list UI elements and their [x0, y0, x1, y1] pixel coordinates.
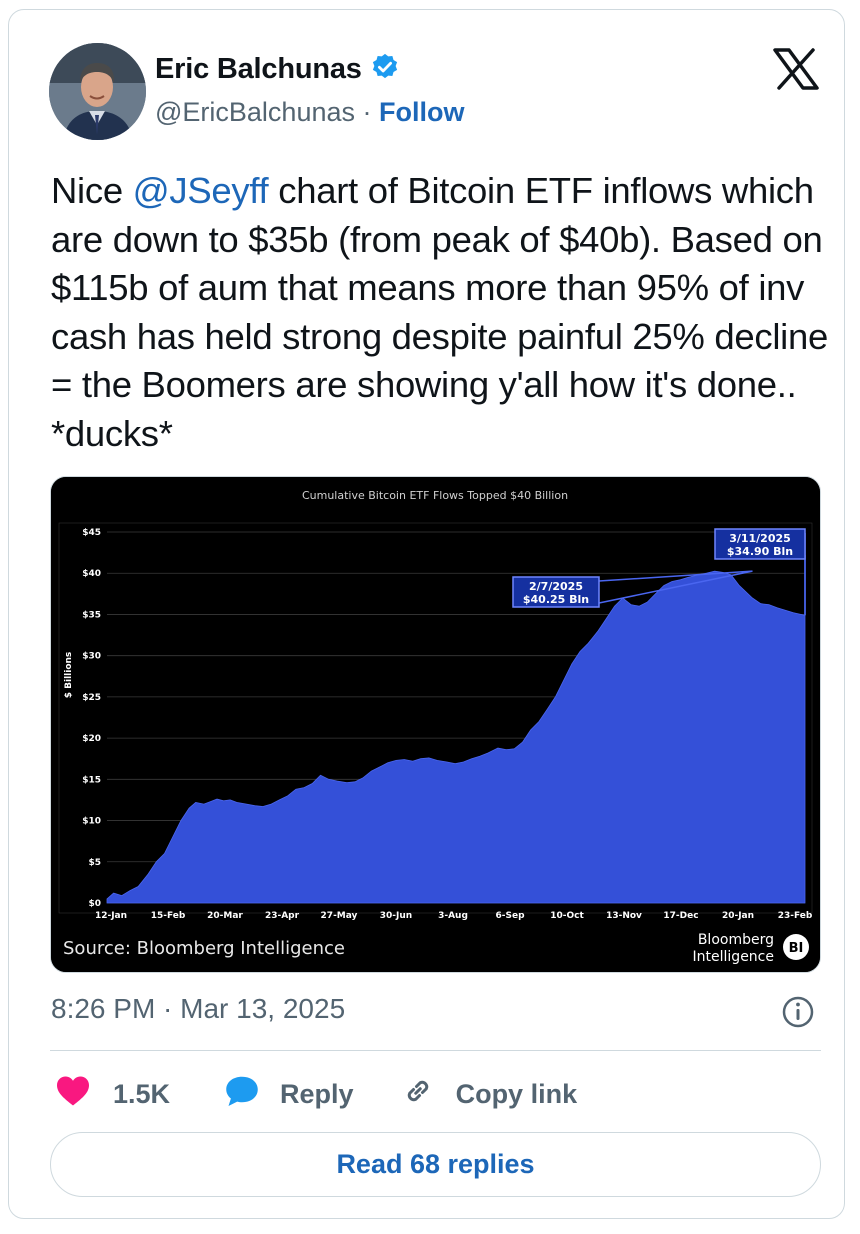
x-tick-label: 20-Mar: [207, 911, 243, 921]
y-tick-label: $30: [82, 652, 101, 662]
x-tick-label: 15-Feb: [151, 911, 186, 921]
author-handle-row: @EricBalchunas · Follow: [155, 97, 465, 128]
tweet-card: Eric Balchunas @EricBalchunas · Follow N…: [8, 9, 845, 1219]
author-name[interactable]: Eric Balchunas: [155, 53, 362, 86]
y-tick-label: $35: [82, 610, 101, 620]
brand-line-1: Bloomberg: [698, 932, 774, 948]
like-button[interactable]: 1.5K: [55, 1075, 170, 1114]
x-tick-label: 3-Aug: [438, 911, 468, 921]
chart-svg: Cumulative Bitcoin ETF Flows Topped $40 …: [51, 477, 820, 972]
chart-source: Source: Bloomberg Intelligence: [63, 938, 345, 959]
x-tick-label: 23-Apr: [265, 911, 300, 921]
y-tick-label: $15: [82, 775, 101, 785]
annotation-date: 2/7/2025: [529, 580, 583, 593]
annotation-value: $40.25 Bln: [523, 593, 589, 606]
chart-title: Cumulative Bitcoin ETF Flows Topped $40 …: [302, 489, 568, 502]
x-tick-label: 27-May: [321, 911, 358, 921]
tweet-text-rest: chart of Bitcoin ETF inflows which are d…: [51, 170, 828, 454]
info-icon[interactable]: [781, 995, 815, 1029]
y-tick-label: $40: [82, 569, 101, 579]
verified-badge-icon: [370, 52, 400, 87]
y-tick-label: $5: [88, 858, 101, 868]
y-tick-label: $20: [82, 734, 101, 744]
x-tick-label: 23-Feb: [778, 911, 813, 921]
tweet-timestamp[interactable]: 8:26 PM · Mar 13, 2025: [51, 993, 345, 1025]
chart-image[interactable]: Cumulative Bitcoin ETF Flows Topped $40 …: [50, 476, 821, 973]
x-tick-label: 17-Dec: [663, 911, 698, 921]
author-avatar[interactable]: [49, 43, 146, 140]
x-tick-label: 10-Oct: [550, 911, 584, 921]
y-tick-label: $10: [82, 817, 101, 827]
bi-badge-text: BI: [789, 941, 804, 956]
read-replies-button[interactable]: Read 68 replies: [50, 1132, 821, 1197]
heart-icon: [55, 1075, 91, 1114]
y-tick-label: $45: [82, 528, 101, 538]
y-tick-label: $25: [82, 693, 101, 703]
link-icon: [400, 1073, 436, 1116]
x-tick-label: 13-Nov: [606, 911, 642, 921]
copy-link-label: Copy link: [455, 1078, 578, 1109]
avatar-image: [49, 43, 146, 140]
action-bar: 1.5K Reply Copy link: [55, 1072, 577, 1116]
x-logo-icon[interactable]: [773, 48, 819, 90]
copy-link-button[interactable]: Copy link: [400, 1073, 578, 1116]
handle-separator: ·: [362, 97, 372, 127]
y-axis-label: $ Billions: [64, 652, 74, 699]
author-handle[interactable]: @EricBalchunas: [155, 97, 355, 127]
follow-button[interactable]: Follow: [379, 97, 464, 127]
reply-label: Reply: [280, 1078, 354, 1109]
annotation-date: 3/11/2025: [729, 532, 791, 545]
speech-bubble-icon: [224, 1074, 260, 1115]
y-tick-label: $0: [88, 899, 101, 909]
divider: [50, 1050, 821, 1051]
x-tick-label: 12-Jan: [95, 911, 127, 921]
author-name-row: Eric Balchunas: [155, 52, 400, 87]
like-count: 1.5K: [113, 1078, 171, 1109]
tweet-text: Nice @JSeyff chart of Bitcoin ETF inflow…: [51, 167, 831, 458]
x-tick-label: 30-Jun: [380, 911, 412, 921]
tweet-text-start: Nice: [51, 170, 133, 211]
x-tick-label: 20-Jan: [722, 911, 754, 921]
x-tick-label: 6-Sep: [495, 911, 525, 921]
reply-button[interactable]: Reply: [224, 1074, 354, 1115]
mention-link[interactable]: @JSeyff: [133, 170, 269, 211]
brand-line-2: Intelligence: [693, 949, 774, 965]
annotation-value: $34.90 Bln: [727, 545, 793, 558]
